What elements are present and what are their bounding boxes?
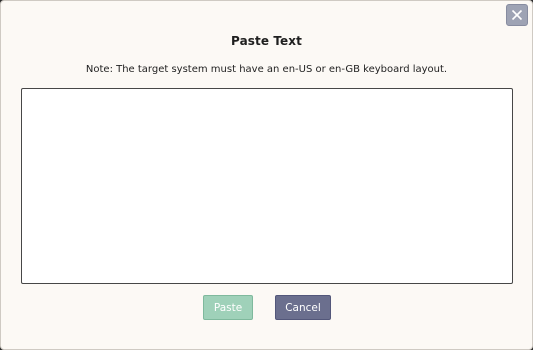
close-icon [511,9,523,21]
cancel-button[interactable]: Cancel [275,295,331,320]
close-button[interactable] [506,4,528,26]
paste-text-input[interactable] [21,88,513,284]
paste-button[interactable]: Paste [203,295,253,320]
paste-text-dialog: Paste Text Note: The target system must … [0,0,533,350]
keyboard-layout-note: Note: The target system must have an en-… [85,64,448,75]
dialog-title: Paste Text [231,34,302,48]
